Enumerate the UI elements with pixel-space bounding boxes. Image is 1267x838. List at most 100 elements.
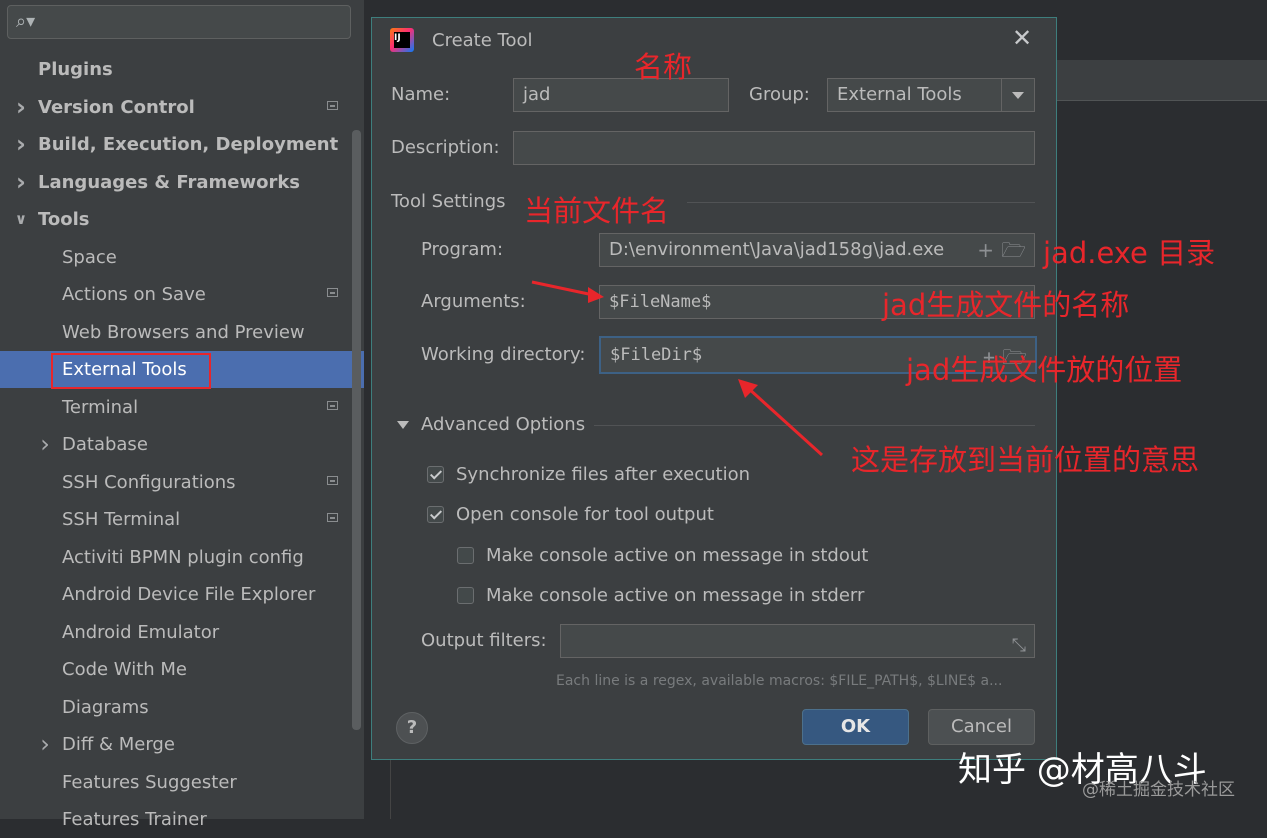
stderr-label[interactable]: Make console active on message in stderr — [486, 585, 864, 606]
output-filters-label: Output filters: — [421, 630, 547, 651]
annotation-tool-settings: 当前文件名 — [524, 194, 670, 228]
project-level-icon — [327, 288, 338, 297]
description-label: Description: — [391, 137, 500, 158]
chevron-right-icon[interactable]: › — [14, 126, 28, 163]
open-console-label[interactable]: Open console for tool output — [456, 504, 714, 525]
arguments-label: Arguments: — [421, 291, 526, 312]
sidebar-item-label: Tools — [38, 209, 90, 230]
divider — [390, 760, 391, 819]
name-label: Name: — [391, 84, 451, 105]
sidebar-item-plugins[interactable]: Plugins — [0, 51, 350, 88]
tool-settings-label: Tool Settings — [391, 191, 506, 212]
sidebar-item-database[interactable]: › Database — [0, 426, 350, 463]
sidebar-item-terminal[interactable]: Terminal — [0, 389, 350, 426]
stdout-label[interactable]: Make console active on message in stdout — [486, 545, 868, 566]
help-button[interactable]: ? — [396, 712, 428, 744]
chevron-down-icon[interactable] — [1001, 79, 1034, 111]
sidebar-item-label: Languages & Frameworks — [38, 171, 301, 193]
watermark-juejin: @稀土掘金技术社区 — [1082, 780, 1235, 800]
program-label: Program: — [421, 239, 504, 260]
settings-search-input[interactable]: ⌕▾ — [7, 5, 351, 39]
sidebar-item-label: Android Device File Explorer — [62, 584, 316, 605]
sidebar-item-label: Diff & Merge — [62, 734, 175, 755]
sidebar-item-label: SSH Configurations — [62, 471, 236, 493]
chevron-right-icon[interactable]: › — [38, 726, 52, 763]
chevron-right-icon[interactable]: › — [14, 89, 28, 126]
sidebar-item-ssh-terminal[interactable]: SSH Terminal — [0, 501, 350, 538]
sidebar-item-activiti-bpmn-plugin-config[interactable]: Activiti BPMN plugin config — [0, 539, 350, 576]
annotation-arguments: jad生成文件的名称 — [882, 288, 1130, 322]
sidebar-item-android-emulator[interactable]: Android Emulator — [0, 614, 350, 651]
sidebar-item-label: Plugins — [38, 59, 113, 80]
project-level-icon — [327, 100, 338, 110]
output-filters-field[interactable]: ⤡ — [560, 624, 1035, 658]
group-combobox[interactable]: External Tools — [827, 78, 1035, 112]
annotation-working-dir: jad生成文件放的位置 — [906, 353, 1183, 387]
annotation-name: 名称 — [634, 50, 693, 84]
sidebar-item-build-execution-deployment[interactable]: › Build, Execution, Deployment — [0, 126, 350, 163]
sidebar-item-label: SSH Terminal — [62, 509, 181, 530]
add-macro-icon[interactable]: + — [977, 234, 994, 266]
sidebar-item-label: Features Suggester — [62, 771, 237, 793]
program-value: D:\environment\Java\jad158g\jad.exe — [609, 239, 945, 260]
chevron-down-icon[interactable]: ∨ — [14, 201, 28, 238]
group-label: Group: — [749, 84, 810, 105]
sidebar-item-label: Android Emulator — [62, 621, 220, 643]
name-field[interactable]: jad — [513, 78, 729, 112]
annotation-program: jad.exe 目录 — [1043, 236, 1216, 270]
advanced-options-toggle[interactable]: Advanced Options — [421, 414, 585, 435]
sidebar-item-features-trainer[interactable]: Features Trainer — [0, 801, 350, 838]
working-directory-label: Working directory: — [421, 344, 586, 365]
sidebar-item-languages-frameworks[interactable]: › Languages & Frameworks — [0, 164, 350, 201]
chevron-right-icon[interactable]: › — [14, 164, 28, 201]
sidebar-item-label: Code With Me — [62, 659, 187, 680]
sidebar-item-label: Activiti BPMN plugin config — [62, 546, 304, 568]
tool-settings-separator — [687, 202, 1035, 203]
sidebar-item-label: Web Browsers and Preview — [62, 321, 305, 343]
project-level-icon — [327, 513, 338, 522]
dialog-title: Create Tool — [432, 30, 533, 51]
sidebar-item-label: Diagrams — [62, 696, 149, 718]
sidebar-item-version-control[interactable]: › Version Control — [0, 89, 350, 126]
sidebar-item-android-device-file-explorer[interactable]: Android Device File Explorer — [0, 576, 350, 613]
stdout-checkbox[interactable] — [457, 547, 474, 564]
annotation-current-location: 这是存放到当前位置的意思 — [851, 443, 1200, 477]
sidebar-item-label: Version Control — [38, 96, 195, 118]
sidebar-item-tools[interactable]: ∨ Tools — [0, 201, 350, 238]
sidebar-item-features-suggester[interactable]: Features Suggester — [0, 764, 350, 801]
open-console-checkbox[interactable] — [427, 506, 444, 523]
expand-icon[interactable]: ⤡ — [1012, 630, 1026, 657]
sidebar-item-actions-on-save[interactable]: Actions on Save — [0, 276, 350, 313]
close-icon[interactable]: ✕ — [1010, 26, 1034, 50]
sync-files-label[interactable]: Synchronize files after execution — [456, 464, 750, 485]
sidebar-item-space[interactable]: Space — [0, 239, 350, 276]
sidebar-item-label: Actions on Save — [62, 284, 206, 305]
sidebar-item-label: Space — [62, 246, 117, 268]
folder-icon[interactable]: 🗁 — [1001, 234, 1026, 266]
intellij-icon: IJ — [390, 28, 414, 52]
chevron-right-icon[interactable]: › — [38, 426, 52, 463]
sidebar-item-diff-merge[interactable]: › Diff & Merge — [0, 726, 350, 763]
group-value: External Tools — [837, 84, 962, 105]
sidebar-item-label: Build, Execution, Deployment — [38, 134, 339, 155]
sidebar-item-label: Database — [62, 434, 148, 455]
advanced-options-separator — [594, 425, 1035, 426]
sidebar-item-diagrams[interactable]: Diagrams — [0, 689, 350, 726]
search-icon: ⌕▾ — [16, 11, 36, 32]
sidebar-item-web-browsers-and-preview[interactable]: Web Browsers and Preview — [0, 314, 350, 351]
ok-button[interactable]: OK — [802, 709, 909, 745]
stderr-checkbox[interactable] — [457, 587, 474, 604]
collapse-triangle-icon[interactable] — [397, 421, 409, 429]
sidebar-scrollbar[interactable] — [352, 130, 361, 730]
description-field[interactable] — [513, 131, 1035, 165]
sync-files-checkbox[interactable] — [427, 466, 444, 483]
cancel-button[interactable]: Cancel — [928, 709, 1035, 745]
sidebar-item-code-with-me[interactable]: Code With Me — [0, 651, 350, 688]
sidebar-item-ssh-configurations[interactable]: SSH Configurations — [0, 464, 350, 501]
settings-content-strip — [1056, 60, 1267, 101]
working-directory-value: $FileDir$ — [610, 345, 703, 365]
settings-sidebar: ⌕▾ Plugins › Version Control › Build, Execut… — [0, 0, 364, 830]
program-field[interactable]: D:\environment\Java\jad158g\jad.exe + 🗁 — [599, 233, 1035, 267]
project-level-icon — [327, 400, 338, 410]
sidebar-item-label: Terminal — [62, 396, 139, 418]
